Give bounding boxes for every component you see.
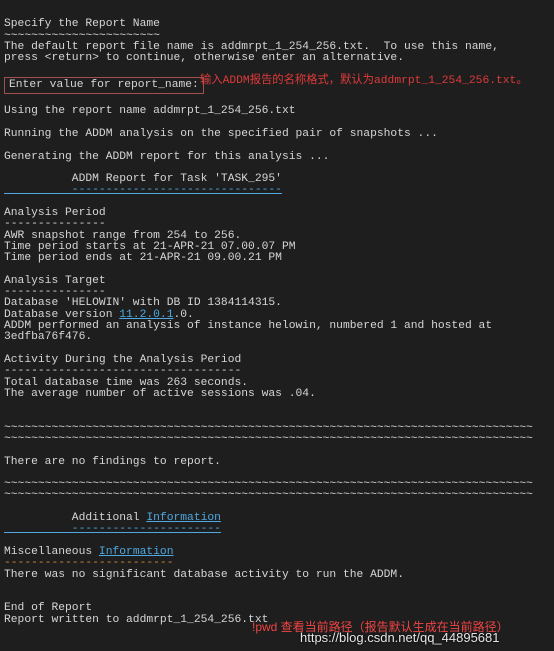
output-line: There are no findings to report. [4,456,221,468]
rule: --------------- [4,218,106,230]
output-line: Time period ends at 21-APR-21 09.00.21 P… [4,252,282,264]
rule: ~~~~~~~~~~~~~~~~~~~~~~~~~~~~~~~~~~~~~~~~… [4,433,533,445]
db-version-link[interactable]: 11.2.0.1 [119,309,173,321]
output-line: Generating the ADDM report for this anal… [4,151,329,163]
section-title: Analysis Period [4,207,106,219]
output-line: Database version 11.2.0.1.0. [4,309,194,321]
report-name-prompt[interactable]: Enter value for report_name: [4,77,204,94]
rule: ------------------------- [4,557,173,569]
output-line: There was no significant database activi… [4,569,404,581]
rule: ------------------------------- [4,184,282,196]
rule: --------------- [4,286,106,298]
desc-line: press <return> to continue, otherwise en… [4,52,404,64]
task-title: ADDM Report for Task 'TASK_295' [4,173,282,185]
output-line: ADDM performed an analysis of instance h… [4,320,492,332]
info-link[interactable]: Information [146,512,221,524]
section-title: Additional Information [4,512,221,524]
section-title: Analysis Target [4,275,106,287]
info-link[interactable]: Information [99,546,174,558]
rule: ~~~~~~~~~~~~~~~~~~~~~~~~~~~~~~~~~~~~~~~~… [4,478,533,490]
output-line: Time period starts at 21-APR-21 07.00.07… [4,241,296,253]
desc-line: The default report file name is addmrpt_… [4,41,499,53]
output-line: Database 'HELOWIN' with DB ID 1384114315… [4,297,282,309]
rule: ---------------------- [4,523,221,535]
output-line: Report written to addmrpt_1_254_256.txt [4,614,268,626]
section-title: Specify the Report Name [4,18,160,30]
terminal-output: Specify the Report Name ~~~~~~~~~~~~~~~~… [0,0,554,630]
output-line: 3edfba76f476. [4,331,92,343]
rule: ----------------------------------- [4,365,241,377]
output-line: Running the ADDM analysis on the specifi… [4,128,438,140]
output-line: AWR snapshot range from 254 to 256. [4,230,241,242]
rule: ~~~~~~~~~~~~~~~~~~~~~~~~~~~~~~~~~~~~~~~~… [4,489,533,501]
output-line: Total database time was 263 seconds. [4,377,248,389]
annotation-red: 输入ADDM报告的名称格式，默认为addmrpt_1_254_256.txt。 [200,76,528,87]
section-title: Miscellaneous Information [4,546,174,558]
watermark-url: https://blog.csdn.net/qq_44895681 [300,630,500,645]
rule: ~~~~~~~~~~~~~~~~~~~~~~~~~~~~~~~~~~~~~~~~… [4,422,533,434]
output-line: Using the report name addmrpt_1_254_256.… [4,105,296,117]
output-line: The average number of active sessions wa… [4,388,316,400]
output-line: End of Report [4,602,92,614]
section-title: Activity During the Analysis Period [4,354,241,366]
rule: ~~~~~~~~~~~~~~~~~~~~~~~ [4,30,160,42]
